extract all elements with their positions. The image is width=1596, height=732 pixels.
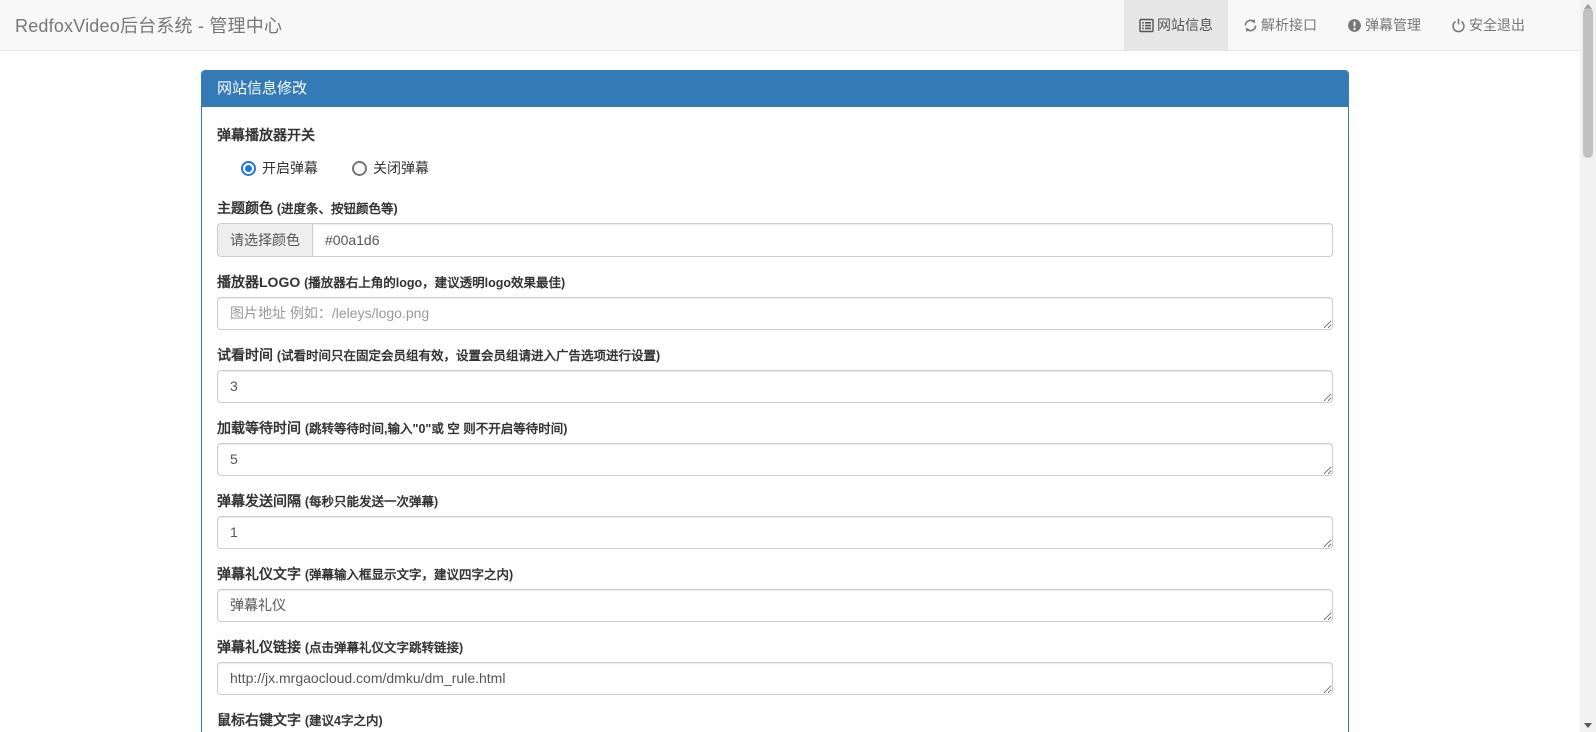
color-picker-addon[interactable]: 请选择颜色 [217, 223, 312, 257]
trial-time-input[interactable]: 3 [217, 370, 1333, 403]
label-text: 主题颜色 [217, 200, 273, 216]
load-wait-input[interactable]: 5 [217, 443, 1333, 476]
label-text: 弹幕发送间隔 [217, 493, 301, 509]
site-info-panel: 网站信息修改 弹幕播放器开关 开启弹幕 关闭弹幕 主题颜色 (进度条、按钮颜色等… [201, 70, 1349, 732]
form-group-player-logo: 播放器LOGO (播放器右上角的logo，建议透明logo效果最佳) [217, 274, 1333, 330]
player-logo-hint: (播放器右上角的logo，建议透明logo效果最佳) [304, 276, 566, 290]
right-click-text-label: 鼠标右键文字 (建议4字之内) [217, 712, 1333, 730]
panel-title: 网站信息修改 [202, 71, 1348, 107]
form-group-load-wait: 加载等待时间 (跳转等待时间,输入"0"或 空 则不开启等待时间) 5 [217, 420, 1333, 476]
right-click-text-hint: (建议4字之内) [304, 714, 383, 728]
theme-color-input[interactable] [312, 223, 1333, 257]
player-logo-label: 播放器LOGO (播放器右上角的logo，建议透明logo效果最佳) [217, 274, 1333, 292]
etiquette-link-label: 弹幕礼仪链接 (点击弹幕礼仪文字跳转链接) [217, 639, 1333, 657]
send-interval-hint: (每秒只能发送一次弹幕) [304, 495, 439, 509]
label-text: 鼠标右键文字 [217, 712, 301, 728]
radio-selected-icon[interactable] [241, 160, 256, 176]
nav-item-label: 安全退出 [1469, 17, 1525, 33]
send-interval-input[interactable]: 1 [217, 516, 1333, 549]
theme-color-hint: (进度条、按钮颜色等) [276, 202, 398, 216]
form-group-danmaku-switch: 弹幕播放器开关 开启弹幕 关闭弹幕 [217, 127, 1333, 178]
etiquette-link-input[interactable]: http://jx.mrgaocloud.com/dmku/dm_rule.ht… [217, 662, 1333, 695]
form-group-theme-color: 主题颜色 (进度条、按钮颜色等) 请选择颜色 [217, 200, 1333, 257]
form-group-send-interval: 弹幕发送间隔 (每秒只能发送一次弹幕) 1 [217, 493, 1333, 549]
etiquette-text-input[interactable]: 弹幕礼仪 [217, 589, 1333, 622]
top-navbar: RedfoxVideo后台系统 - 管理中心 网站信息 解析接口 弹幕管理 安全… [0, 0, 1580, 51]
label-text: 试看时间 [217, 347, 273, 363]
panel-body: 弹幕播放器开关 开启弹幕 关闭弹幕 主题颜色 (进度条、按钮颜色等) 请选择颜色 [202, 107, 1348, 732]
nav-item-label: 解析接口 [1261, 17, 1317, 33]
player-logo-input[interactable] [217, 297, 1333, 330]
nav-item-danmaku-manage[interactable]: 弹幕管理 [1332, 0, 1436, 50]
danmaku-switch-options: 开启弹幕 关闭弹幕 [217, 158, 1333, 178]
form-group-etiquette-link: 弹幕礼仪链接 (点击弹幕礼仪文字跳转链接) http://jx.mrgaoclo… [217, 639, 1333, 695]
radio-unselected-icon[interactable] [352, 160, 367, 176]
send-interval-label: 弹幕发送间隔 (每秒只能发送一次弹幕) [217, 493, 1333, 511]
radio-label: 关闭弹幕 [373, 160, 429, 176]
radio-danmaku-off[interactable]: 关闭弹幕 [352, 158, 429, 178]
scroll-down-arrow-icon[interactable] [1584, 723, 1592, 728]
form-group-right-click-text: 鼠标右键文字 (建议4字之内) [217, 712, 1333, 730]
label-text: 播放器LOGO [217, 274, 301, 290]
etiquette-link-hint: (点击弹幕礼仪文字跳转链接) [304, 641, 464, 655]
radio-danmaku-on[interactable]: 开启弹幕 [241, 158, 318, 178]
etiquette-text-label: 弹幕礼仪文字 (弹幕输入框显示文字，建议四字之内) [217, 566, 1333, 584]
nav-item-label: 弹幕管理 [1365, 17, 1421, 33]
label-text: 加载等待时间 [217, 420, 301, 436]
nav-item-parse-api[interactable]: 解析接口 [1228, 0, 1332, 50]
theme-color-input-group: 请选择颜色 [217, 223, 1333, 257]
label-text: 弹幕礼仪链接 [217, 639, 301, 655]
refresh-icon [1243, 18, 1258, 33]
trial-time-hint: (试看时间只在固定会员组有效，设置会员组请进入广告选项进行设置) [276, 349, 661, 363]
list-alt-icon [1139, 18, 1154, 33]
nav-item-site-info[interactable]: 网站信息 [1124, 0, 1228, 50]
main-content: 网站信息修改 弹幕播放器开关 开启弹幕 关闭弹幕 主题颜色 (进度条、按钮颜色等… [0, 70, 1596, 732]
form-group-etiquette-text: 弹幕礼仪文字 (弹幕输入框显示文字，建议四字之内) 弹幕礼仪 [217, 566, 1333, 622]
app-title: RedfoxVideo后台系统 - 管理中心 [15, 16, 283, 36]
nav-item-logout[interactable]: 安全退出 [1436, 0, 1540, 50]
form-group-trial-time: 试看时间 (试看时间只在固定会员组有效，设置会员组请进入广告选项进行设置) 3 [217, 347, 1333, 403]
load-wait-hint: (跳转等待时间,输入"0"或 空 则不开启等待时间) [304, 422, 568, 436]
vertical-scrollbar[interactable] [1580, 0, 1596, 732]
exclamation-circle-icon [1347, 18, 1362, 33]
nav-menu: 网站信息 解析接口 弹幕管理 安全退出 [1124, 0, 1540, 50]
load-wait-label: 加载等待时间 (跳转等待时间,输入"0"或 空 则不开启等待时间) [217, 420, 1333, 438]
theme-color-label: 主题颜色 (进度条、按钮颜色等) [217, 200, 1333, 218]
scrollbar-thumb[interactable] [1583, 8, 1593, 158]
danmaku-switch-label: 弹幕播放器开关 [217, 127, 315, 143]
radio-label: 开启弹幕 [262, 160, 318, 176]
label-text: 弹幕礼仪文字 [217, 566, 301, 582]
power-icon [1451, 18, 1466, 33]
trial-time-label: 试看时间 (试看时间只在固定会员组有效，设置会员组请进入广告选项进行设置) [217, 347, 1333, 365]
etiquette-text-hint: (弹幕输入框显示文字，建议四字之内) [304, 568, 514, 582]
nav-item-label: 网站信息 [1157, 17, 1213, 33]
